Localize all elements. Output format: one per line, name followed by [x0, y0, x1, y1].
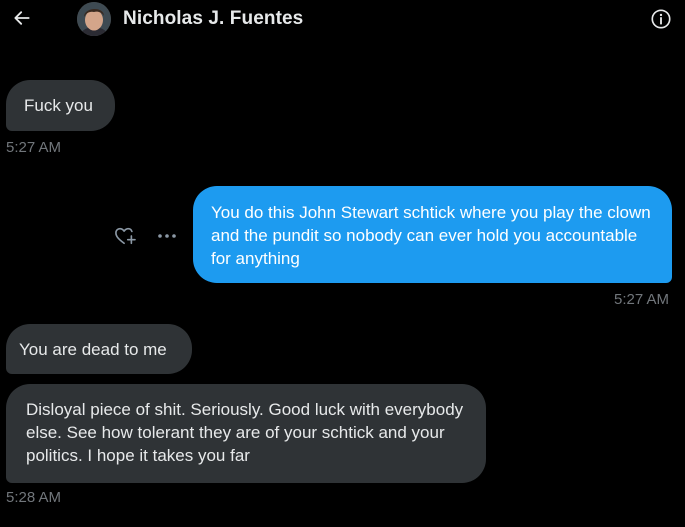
- conversation-header: Nicholas J. Fuentes: [0, 0, 685, 40]
- avatar-image: [77, 2, 111, 36]
- avatar[interactable]: [77, 2, 111, 36]
- arrow-left-icon: [14, 11, 30, 25]
- info-icon: [651, 9, 671, 29]
- message-bubble-incoming[interactable]: You are dead to me: [6, 324, 192, 374]
- contact-name[interactable]: Nicholas J. Fuentes: [123, 8, 303, 30]
- message-timestamp: 5:27 AM: [6, 139, 62, 156]
- message-timestamp: 5:27 AM: [614, 291, 670, 308]
- more-dots-icon: [158, 234, 176, 238]
- back-button[interactable]: [8, 4, 36, 32]
- heart-plus-icon: [115, 227, 136, 245]
- message-bubble-incoming[interactable]: Disloyal piece of shit. Seriously. Good …: [6, 384, 486, 483]
- info-button[interactable]: [649, 7, 673, 31]
- more-options-button[interactable]: [155, 228, 179, 244]
- add-reaction-button[interactable]: [114, 226, 136, 246]
- dm-conversation: Nicholas J. Fuentes Fuck you 5:27 AM You…: [0, 0, 685, 527]
- message-timestamp: 5:28 AM: [6, 489, 62, 506]
- message-bubble-outgoing[interactable]: You do this John Stewart schtick where y…: [193, 186, 672, 283]
- message-bubble-incoming[interactable]: Fuck you: [6, 80, 115, 131]
